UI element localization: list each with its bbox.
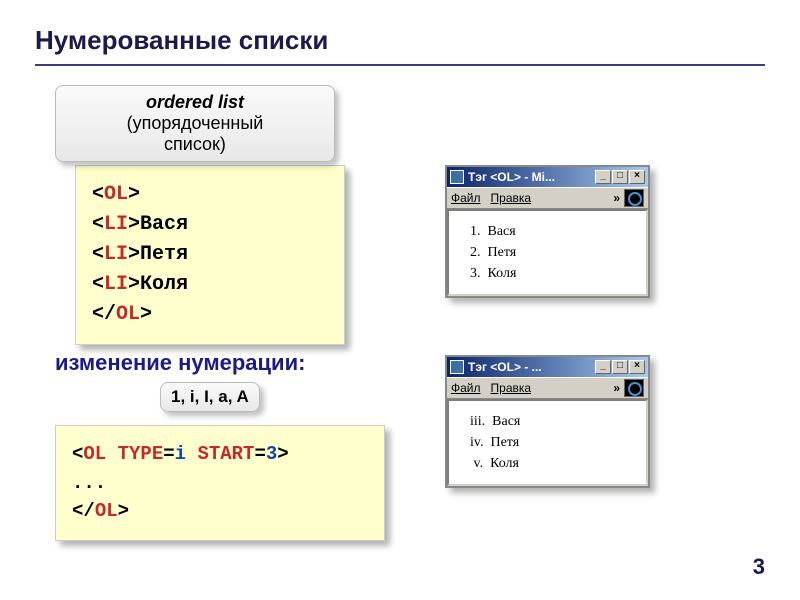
menu-more-icon[interactable]: » xyxy=(613,381,620,395)
output-row: iii. Вася xyxy=(463,411,632,432)
window-buttons: _ □ × xyxy=(595,170,645,184)
window-buttons: _ □ × xyxy=(595,360,645,374)
subtitle: изменение нумерации: xyxy=(55,350,305,376)
ie-icon xyxy=(450,170,464,184)
menubar: Файл Правка » xyxy=(447,377,648,399)
callout-line: список) xyxy=(70,134,320,155)
menu-edit[interactable]: Правка xyxy=(491,381,532,395)
maximize-button[interactable]: □ xyxy=(612,360,628,374)
close-button[interactable]: × xyxy=(629,170,645,184)
menu-file[interactable]: Файл xyxy=(451,381,481,395)
slide: Нумерованные списки ordered list (упоряд… xyxy=(0,0,800,600)
callout-types: 1, i, I, a, A xyxy=(160,382,260,412)
code-line: </OL> xyxy=(92,300,328,330)
content-area: 1. Вася 2. Петя 3. Коля xyxy=(447,209,648,296)
code-line: <LI>Петя xyxy=(92,240,328,270)
callout-ordered-list: ordered list (упорядоченный список) xyxy=(55,85,335,162)
code-block-1: <OL> <LI>Вася <LI>Петя <LI>Коля </OL> xyxy=(75,165,345,345)
maximize-button[interactable]: □ xyxy=(612,170,628,184)
content-area: iii. Вася iv. Петя v. Коля xyxy=(447,399,648,486)
output-row: iv. Петя xyxy=(463,432,632,453)
output-row: 3. Коля xyxy=(463,263,632,284)
ie-logo-icon xyxy=(624,189,644,207)
ie-icon xyxy=(450,360,464,374)
code-line: </OL> xyxy=(72,497,368,526)
code-line: ... xyxy=(72,469,368,498)
close-button[interactable]: × xyxy=(629,360,645,374)
window-title: Тэг <OL> - Mi... xyxy=(468,170,595,184)
minimize-button[interactable]: _ xyxy=(595,170,611,184)
title-underline xyxy=(35,64,765,66)
menubar: Файл Правка » xyxy=(447,187,648,209)
minimize-button[interactable]: _ xyxy=(595,360,611,374)
browser-preview-2: Тэг <OL> - ... _ □ × Файл Правка » iii. … xyxy=(445,355,650,488)
code-line: <OL> xyxy=(92,180,328,210)
callout-line: (упорядоченный xyxy=(70,113,320,134)
page-number: 3 xyxy=(753,554,765,580)
code-block-2: <OL TYPE=i START=3> ... </OL> xyxy=(55,425,385,541)
browser-preview-1: Тэг <OL> - Mi... _ □ × Файл Правка » 1. … xyxy=(445,165,650,298)
output-row: 1. Вася xyxy=(463,221,632,242)
slide-title: Нумерованные списки xyxy=(35,25,765,56)
code-line: <LI>Вася xyxy=(92,210,328,240)
ie-logo-icon xyxy=(624,379,644,397)
titlebar: Тэг <OL> - ... _ □ × xyxy=(447,357,648,377)
output-row: v. Коля xyxy=(463,453,632,474)
window-title: Тэг <OL> - ... xyxy=(468,360,595,374)
code-line: <LI>Коля xyxy=(92,270,328,300)
menu-file[interactable]: Файл xyxy=(451,191,481,205)
output-row: 2. Петя xyxy=(463,242,632,263)
menu-more-icon[interactable]: » xyxy=(613,191,620,205)
callout-line: ordered list xyxy=(70,92,320,113)
menu-edit[interactable]: Правка xyxy=(491,191,532,205)
titlebar: Тэг <OL> - Mi... _ □ × xyxy=(447,167,648,187)
callout-text: 1, i, I, a, A xyxy=(171,387,249,406)
code-line: <OL TYPE=i START=3> xyxy=(72,440,368,469)
